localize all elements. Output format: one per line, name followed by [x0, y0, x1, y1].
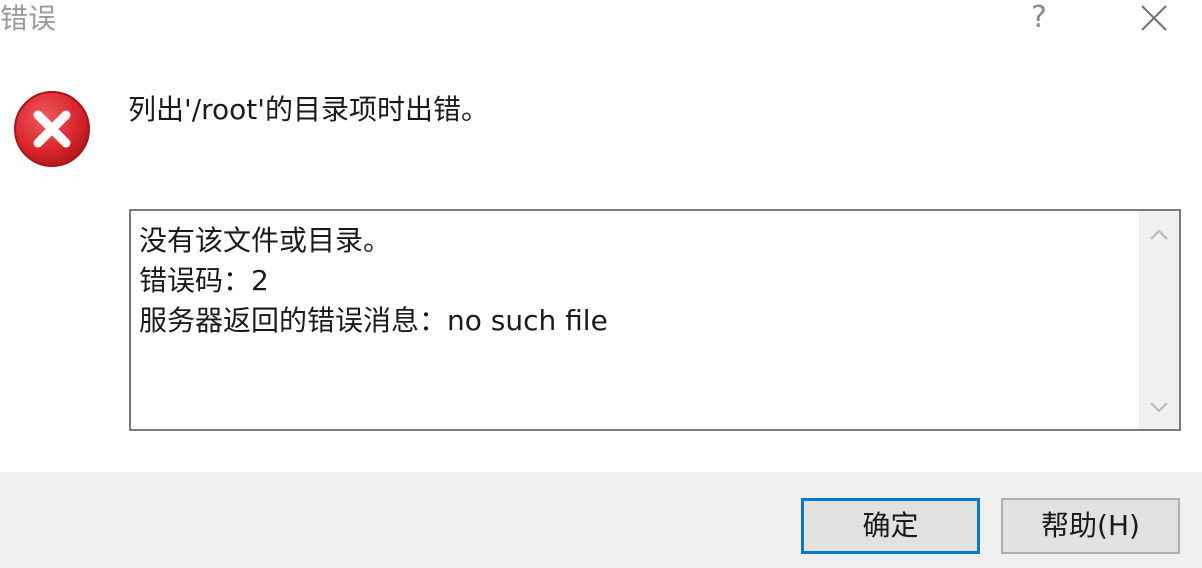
error-message: 列出'/root'的目录项时出错。 — [128, 93, 489, 126]
details-line: 服务器返回的错误消息：no such file — [139, 304, 608, 337]
button-bar: 确定 帮助(H) — [0, 472, 1202, 568]
close-icon — [1141, 5, 1167, 31]
help-button[interactable]: 帮助(H) — [1001, 498, 1180, 554]
details-textbox[interactable]: 没有该文件或目录。 错误码：2 服务器返回的错误消息：no such file — [129, 209, 1181, 431]
chevron-down-icon — [1150, 402, 1168, 413]
details-line: 没有该文件或目录。 — [139, 224, 392, 257]
error-dialog: 错误 ? 列出'/root'的目录项时出错。 没有该文件或目录。 错误码：2 服… — [0, 0, 1202, 568]
scroll-down-button[interactable] — [1139, 387, 1179, 427]
window-title: 错误 — [0, 2, 57, 35]
vertical-scrollbar[interactable] — [1139, 211, 1179, 429]
close-button[interactable] — [1130, 0, 1174, 36]
error-icon — [13, 90, 91, 168]
details-line: 错误码：2 — [139, 264, 269, 297]
title-bar: 错误 ? — [0, 0, 1202, 40]
scroll-up-button[interactable] — [1139, 215, 1179, 255]
help-title-button[interactable]: ? — [1024, 0, 1054, 36]
details-content: 没有该文件或目录。 错误码：2 服务器返回的错误消息：no such file — [139, 221, 608, 341]
question-icon: ? — [1031, 0, 1047, 35]
chevron-up-icon — [1150, 229, 1168, 240]
ok-button[interactable]: 确定 — [801, 498, 980, 554]
